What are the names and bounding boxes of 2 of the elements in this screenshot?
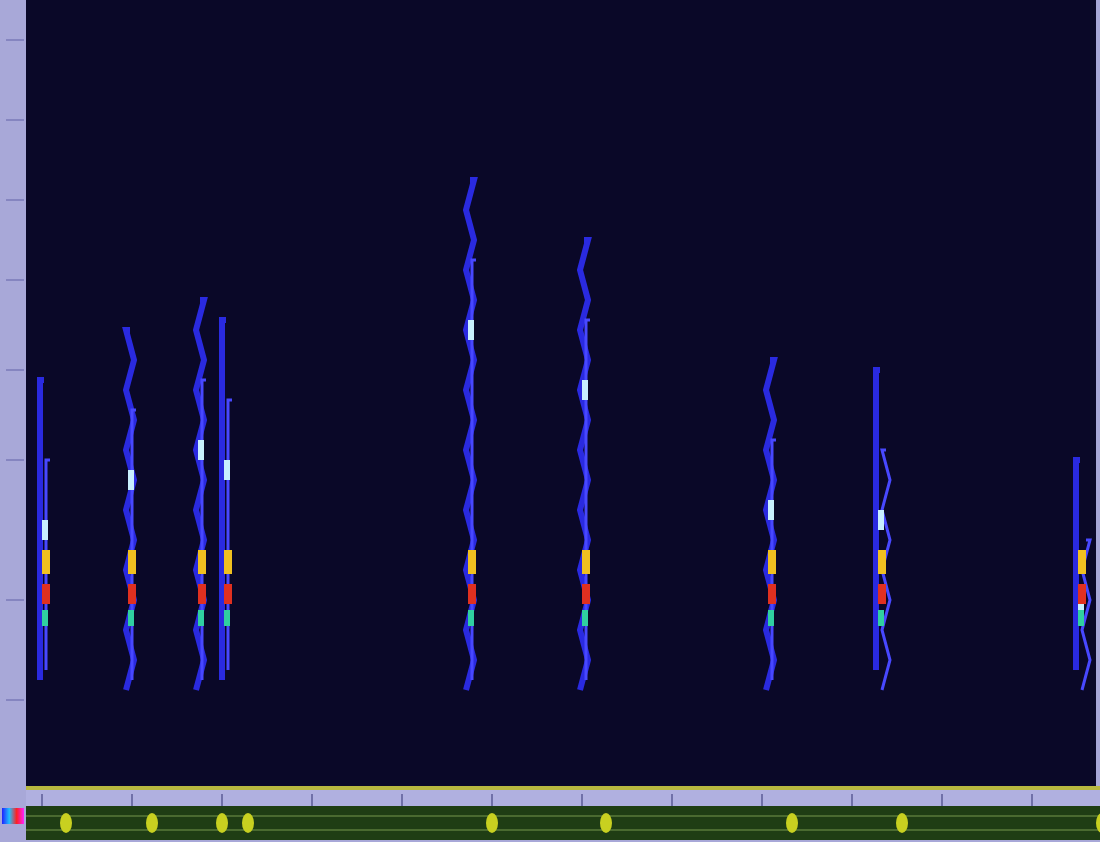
waveform-overview[interactable] xyxy=(26,806,1100,840)
color-palette-icon[interactable] xyxy=(2,808,24,824)
